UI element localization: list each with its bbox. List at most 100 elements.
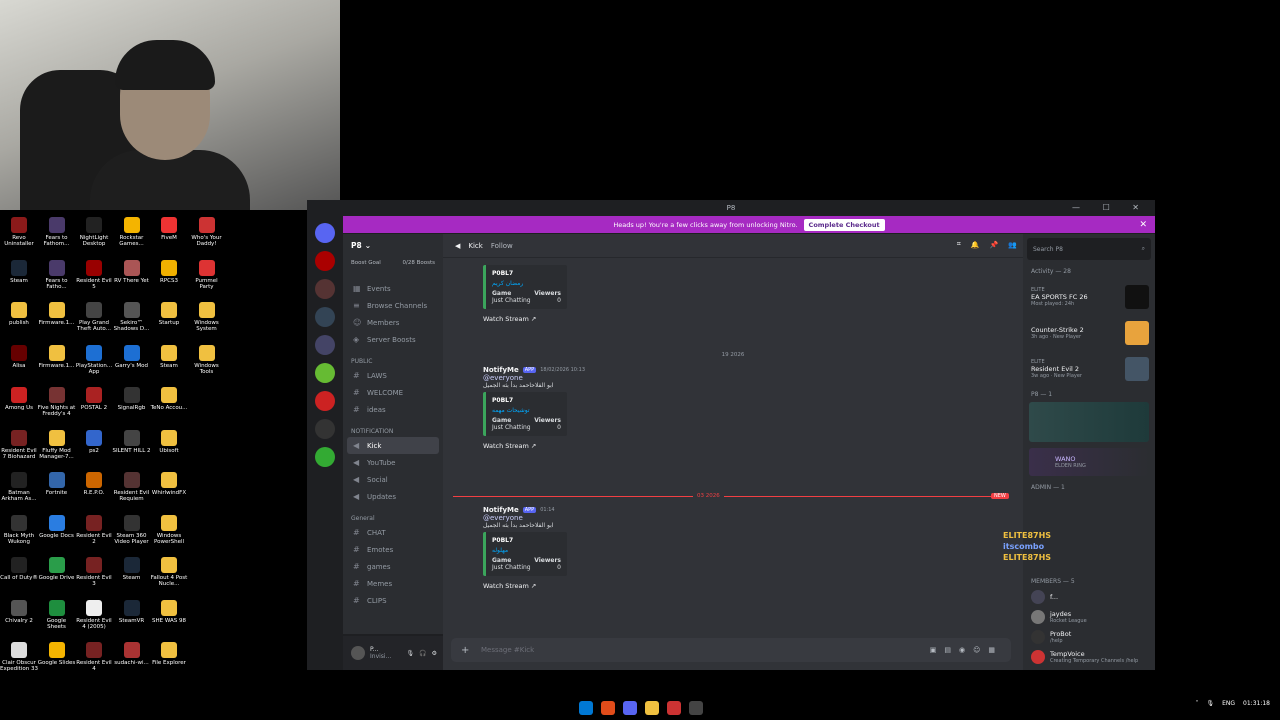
gear-icon[interactable]: ⚙: [432, 650, 437, 657]
desktop-shortcut[interactable]: Alisa: [0, 344, 38, 369]
language-indicator[interactable]: ENG: [1222, 700, 1235, 707]
discord-home-icon[interactable]: [315, 223, 335, 243]
watch-stream-button[interactable]: Watch Stream ↗: [483, 582, 567, 590]
desktop-shortcut[interactable]: Resident Evil 7 Biohazard: [0, 429, 38, 460]
members-icon[interactable]: 👥: [1008, 241, 1017, 249]
server-icon[interactable]: [315, 307, 335, 327]
channel-ideas[interactable]: # ideas: [343, 401, 443, 418]
desktop-shortcut[interactable]: Google Drive: [38, 557, 76, 581]
desktop-shortcut[interactable]: Call of Duty®: [0, 557, 38, 581]
menu-server-boosts[interactable]: ◈ Server Boosts: [343, 331, 443, 348]
member-card[interactable]: WANO ELDEN RING: [1029, 448, 1149, 476]
discord-icon[interactable]: [623, 701, 637, 715]
app-icon[interactable]: [667, 701, 681, 715]
channel-games[interactable]: # games: [343, 558, 443, 575]
message-input[interactable]: + Message #Kick ▣▤◉☺▦: [451, 638, 1011, 662]
menu-events[interactable]: ▦ Events: [343, 280, 443, 297]
desktop-shortcut[interactable]: ps2: [75, 429, 113, 454]
desktop-shortcut[interactable]: Fortnite: [38, 472, 76, 496]
member-row[interactable]: ProBot /help: [1023, 627, 1155, 647]
channel-social[interactable]: ◀ Social: [343, 471, 443, 488]
member-card[interactable]: [1029, 402, 1149, 442]
desktop-shortcut[interactable]: Resident Evil 3: [75, 557, 113, 587]
member-row[interactable]: f...: [1023, 587, 1155, 607]
embed-title[interactable]: P0BL7: [492, 537, 561, 544]
desktop-shortcut[interactable]: Fears to Fatho...: [38, 259, 76, 290]
desktop-shortcut[interactable]: File Explorer: [150, 642, 188, 666]
desktop-shortcut[interactable]: Ubisoft: [150, 429, 188, 454]
desktop-shortcut[interactable]: Steam: [113, 557, 151, 581]
desktop-shortcut[interactable]: Windows System: [188, 302, 226, 332]
desktop-shortcut[interactable]: Play Grand Theft Auto...: [75, 302, 113, 332]
avatar[interactable]: [351, 646, 365, 660]
desktop-shortcut[interactable]: FiveM: [150, 217, 188, 241]
activity-card[interactable]: ELITE EA SPORTS FC 26 Most played: 24h: [1023, 279, 1155, 315]
message-author[interactable]: NotifyMe: [483, 506, 519, 514]
follow-button[interactable]: Follow: [491, 242, 513, 250]
desktop-shortcut[interactable]: PlayStation... App: [75, 344, 113, 375]
desktop-shortcut[interactable]: TeNo Accou...: [150, 387, 188, 411]
server-header[interactable]: P8 ⌄: [343, 234, 443, 256]
menu-members[interactable]: ☺ Members: [343, 314, 443, 331]
brave-icon[interactable]: [601, 701, 615, 715]
desktop-shortcut[interactable]: sudachi-wi...: [113, 642, 151, 666]
desktop-shortcut[interactable]: Garry's Mod: [113, 344, 151, 369]
desktop-shortcut[interactable]: Steam: [0, 259, 38, 284]
desktop-shortcut[interactable]: Startup: [150, 302, 188, 326]
desktop-shortcut[interactable]: publish: [0, 302, 38, 326]
chat-message[interactable]: NotifyMe APP 01:14 @everyone ابو الفلاحا…: [483, 506, 567, 590]
bell-icon[interactable]: 🔔: [971, 241, 980, 249]
clock[interactable]: 01:31:18: [1243, 700, 1270, 707]
channel-memes[interactable]: # Memes: [343, 575, 443, 592]
desktop-shortcut[interactable]: Sekiro™ Shadows D...: [113, 302, 151, 332]
desktop-shortcut[interactable]: Resident Evil 4: [75, 642, 113, 672]
pin-icon[interactable]: 📌: [990, 241, 999, 249]
desktop-shortcut[interactable]: R.E.P.O.: [75, 472, 113, 496]
boost-goal[interactable]: Boost Goal 0/28 Boosts: [343, 256, 443, 270]
channel-updates[interactable]: ◀ Updates: [343, 488, 443, 505]
embed-subtitle[interactable]: مهلوله: [492, 547, 561, 554]
channel-welcome[interactable]: # WELCOME: [343, 384, 443, 401]
embed-title[interactable]: P0BL7: [492, 270, 561, 277]
category-notification[interactable]: NOTIFICATION: [343, 418, 443, 437]
desktop-shortcut[interactable]: Batman Arkham As...: [0, 472, 38, 502]
desktop-shortcut[interactable]: POSTAL 2: [75, 387, 113, 411]
desktop-shortcut[interactable]: NightLight Desktop: [75, 217, 113, 247]
threads-icon[interactable]: ⌗: [957, 240, 961, 249]
chevron-up-icon[interactable]: ˄: [1195, 700, 1198, 707]
member-row[interactable]: TempVoice Creating Temporary Channels /h…: [1023, 647, 1155, 667]
desktop-shortcut[interactable]: Firmware.1...: [38, 302, 76, 326]
desktop-shortcut[interactable]: Fears to Fathom...: [38, 217, 76, 247]
member-row[interactable]: jaydes Rocket League: [1023, 607, 1155, 627]
desktop-shortcut[interactable]: RV There Yet: [113, 259, 151, 284]
desktop-shortcut[interactable]: Google Slides: [38, 642, 76, 666]
window-controls[interactable]: — ☐ ✕: [1072, 203, 1149, 212]
watch-stream-button[interactable]: Watch Stream ↗: [483, 442, 585, 450]
mention[interactable]: @everyone: [483, 374, 585, 382]
add-server-icon[interactable]: [315, 447, 335, 467]
steam-icon[interactable]: [689, 701, 703, 715]
close-icon[interactable]: ✕: [1139, 220, 1147, 230]
desktop-shortcut[interactable]: Resident Evil 5: [75, 259, 113, 290]
menu-browse-channels[interactable]: ≡ Browse Channels: [343, 297, 443, 314]
search-input[interactable]: Search P8 ⌕: [1027, 238, 1151, 260]
channel-laws[interactable]: # LAWS: [343, 367, 443, 384]
server-icon[interactable]: [315, 391, 335, 411]
channel-chat[interactable]: # CHAT: [343, 524, 443, 541]
microphone-icon[interactable]: 🎙: [407, 650, 415, 657]
desktop-shortcut[interactable]: Five Nights at Freddy's 4: [38, 387, 76, 417]
desktop-shortcut[interactable]: SteamVR: [113, 599, 151, 624]
desktop-shortcut[interactable]: SILENT HILL 2: [113, 429, 151, 454]
server-icon[interactable]: [315, 363, 335, 383]
embed-title[interactable]: P0BL7: [492, 397, 561, 404]
mic-icon[interactable]: 🎙: [1206, 700, 1214, 707]
category-public[interactable]: PUBLIC: [343, 348, 443, 367]
category-general[interactable]: General: [343, 505, 443, 524]
embed-subtitle[interactable]: توشيحات مهمه: [492, 407, 561, 414]
desktop-shortcut[interactable]: Windows PowerShell: [150, 514, 188, 545]
start-icon[interactable]: [579, 701, 593, 715]
composer-icons[interactable]: ▣▤◉☺▦: [930, 646, 1003, 654]
desktop-shortcut[interactable]: Windows Tools: [188, 344, 226, 375]
desktop-shortcut[interactable]: Fluffy Mod Manager-7...: [38, 429, 76, 460]
channel-clips[interactable]: # CLIPS: [343, 592, 443, 609]
